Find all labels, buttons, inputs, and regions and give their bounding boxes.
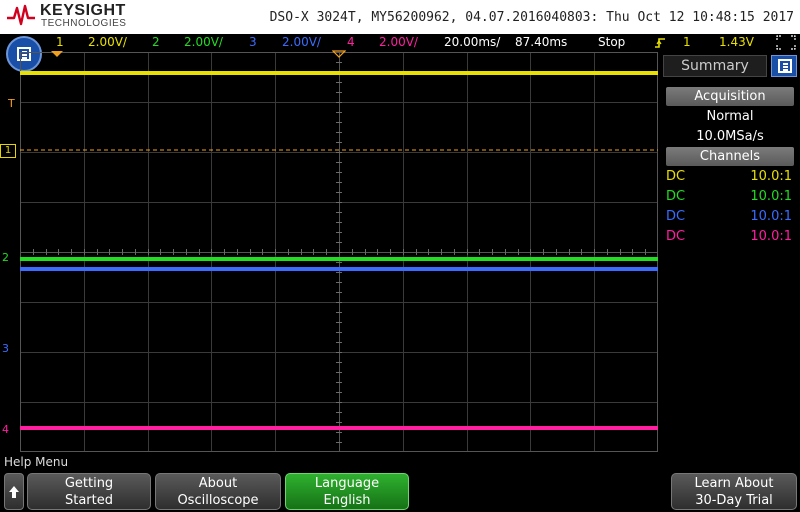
time-reference-marker-icon <box>51 51 63 57</box>
ch1-number[interactable]: 1 <box>56 35 64 49</box>
trigger-position-marker-icon <box>332 50 346 58</box>
panel-menu-button[interactable] <box>771 55 797 77</box>
learn-about-trial-button[interactable]: Learn About 30-Day Trial <box>671 473 797 510</box>
ch4-scale[interactable]: 2.00V/ <box>379 35 418 49</box>
softkey-line1: Language <box>314 476 380 491</box>
ch3-scale[interactable]: 2.00V/ <box>282 35 321 49</box>
channel-row-4[interactable]: DC 10.0:1 <box>666 229 794 247</box>
waveform-display[interactable] <box>20 52 658 452</box>
trigger-level[interactable]: 1.43V <box>719 35 754 49</box>
ch2-scale[interactable]: 2.00V/ <box>184 35 223 49</box>
ch3-probe: 10.0:1 <box>750 209 792 224</box>
trigger-edge-icon[interactable] <box>654 37 666 49</box>
ch4-ground-marker[interactable]: 4 <box>2 424 9 435</box>
softkey-line2: 30-Day Trial <box>695 493 773 508</box>
channels-header[interactable]: Channels <box>666 147 794 166</box>
ch1-scale[interactable]: 2.00V/ <box>88 35 127 49</box>
delay-value[interactable]: 87.40ms <box>515 35 567 49</box>
ch1-probe: 10.0:1 <box>750 169 792 184</box>
corner-bracket-icon[interactable] <box>776 35 796 50</box>
ch2-ground-marker[interactable]: 2 <box>2 252 9 263</box>
about-oscilloscope-button[interactable]: About Oscilloscope <box>155 473 281 510</box>
trigger-source[interactable]: 1 <box>683 35 691 49</box>
channel-row-3[interactable]: DC 10.0:1 <box>666 209 794 227</box>
status-bar: 1 2.00V/ 2 2.00V/ 3 2.00V/ 4 2.00V/ 20.0… <box>0 34 800 51</box>
acquisition-mode: Normal <box>706 109 754 124</box>
summary-tab[interactable]: Summary <box>663 55 767 77</box>
help-menu-label: Help Menu <box>4 455 69 469</box>
sample-rate: 10.0MSa/s <box>696 129 764 144</box>
softkey-line1: Learn About <box>694 476 774 491</box>
menu-up-button[interactable] <box>4 473 24 510</box>
panel-menu-icon <box>778 59 792 73</box>
ch1-coupling: DC <box>666 169 686 184</box>
trigger-t-marker: T <box>8 97 15 110</box>
language-button[interactable]: Language English <box>285 473 409 510</box>
window-title: DSO-X 3024T, MY56200962, 04.07.201604080… <box>269 10 794 25</box>
softkey-line1: About <box>198 476 238 491</box>
softkey-line2: English <box>323 493 371 508</box>
ch3-ground-marker[interactable]: 3 <box>2 343 9 354</box>
ch3-coupling: DC <box>666 209 686 224</box>
channel-row-2[interactable]: DC 10.0:1 <box>666 189 794 207</box>
getting-started-button[interactable]: Getting Started <box>27 473 151 510</box>
run-state: Stop <box>598 35 626 49</box>
timebase-value[interactable]: 20.00ms/ <box>444 35 500 49</box>
ch4-coupling: DC <box>666 229 686 244</box>
keysight-logo-icon <box>7 4 35 26</box>
softkey-line2: Started <box>64 493 113 508</box>
channel-row-1[interactable]: DC 10.0:1 <box>666 169 794 187</box>
up-arrow-icon <box>9 486 19 498</box>
ch2-number[interactable]: 2 <box>152 35 160 49</box>
ch4-probe: 10.0:1 <box>750 229 792 244</box>
ch2-probe: 10.0:1 <box>750 189 792 204</box>
ch3-number[interactable]: 3 <box>249 35 257 49</box>
ch2-coupling: DC <box>666 189 686 204</box>
ch4-number[interactable]: 4 <box>347 35 355 49</box>
trigger-level-marker[interactable]: 1 <box>0 144 16 158</box>
softkey-line2: Oscilloscope <box>177 493 259 508</box>
brand-subtitle: TECHNOLOGIES <box>41 18 127 29</box>
softkey-line1: Getting <box>64 476 114 491</box>
acquisition-header[interactable]: Acquisition <box>666 87 794 106</box>
